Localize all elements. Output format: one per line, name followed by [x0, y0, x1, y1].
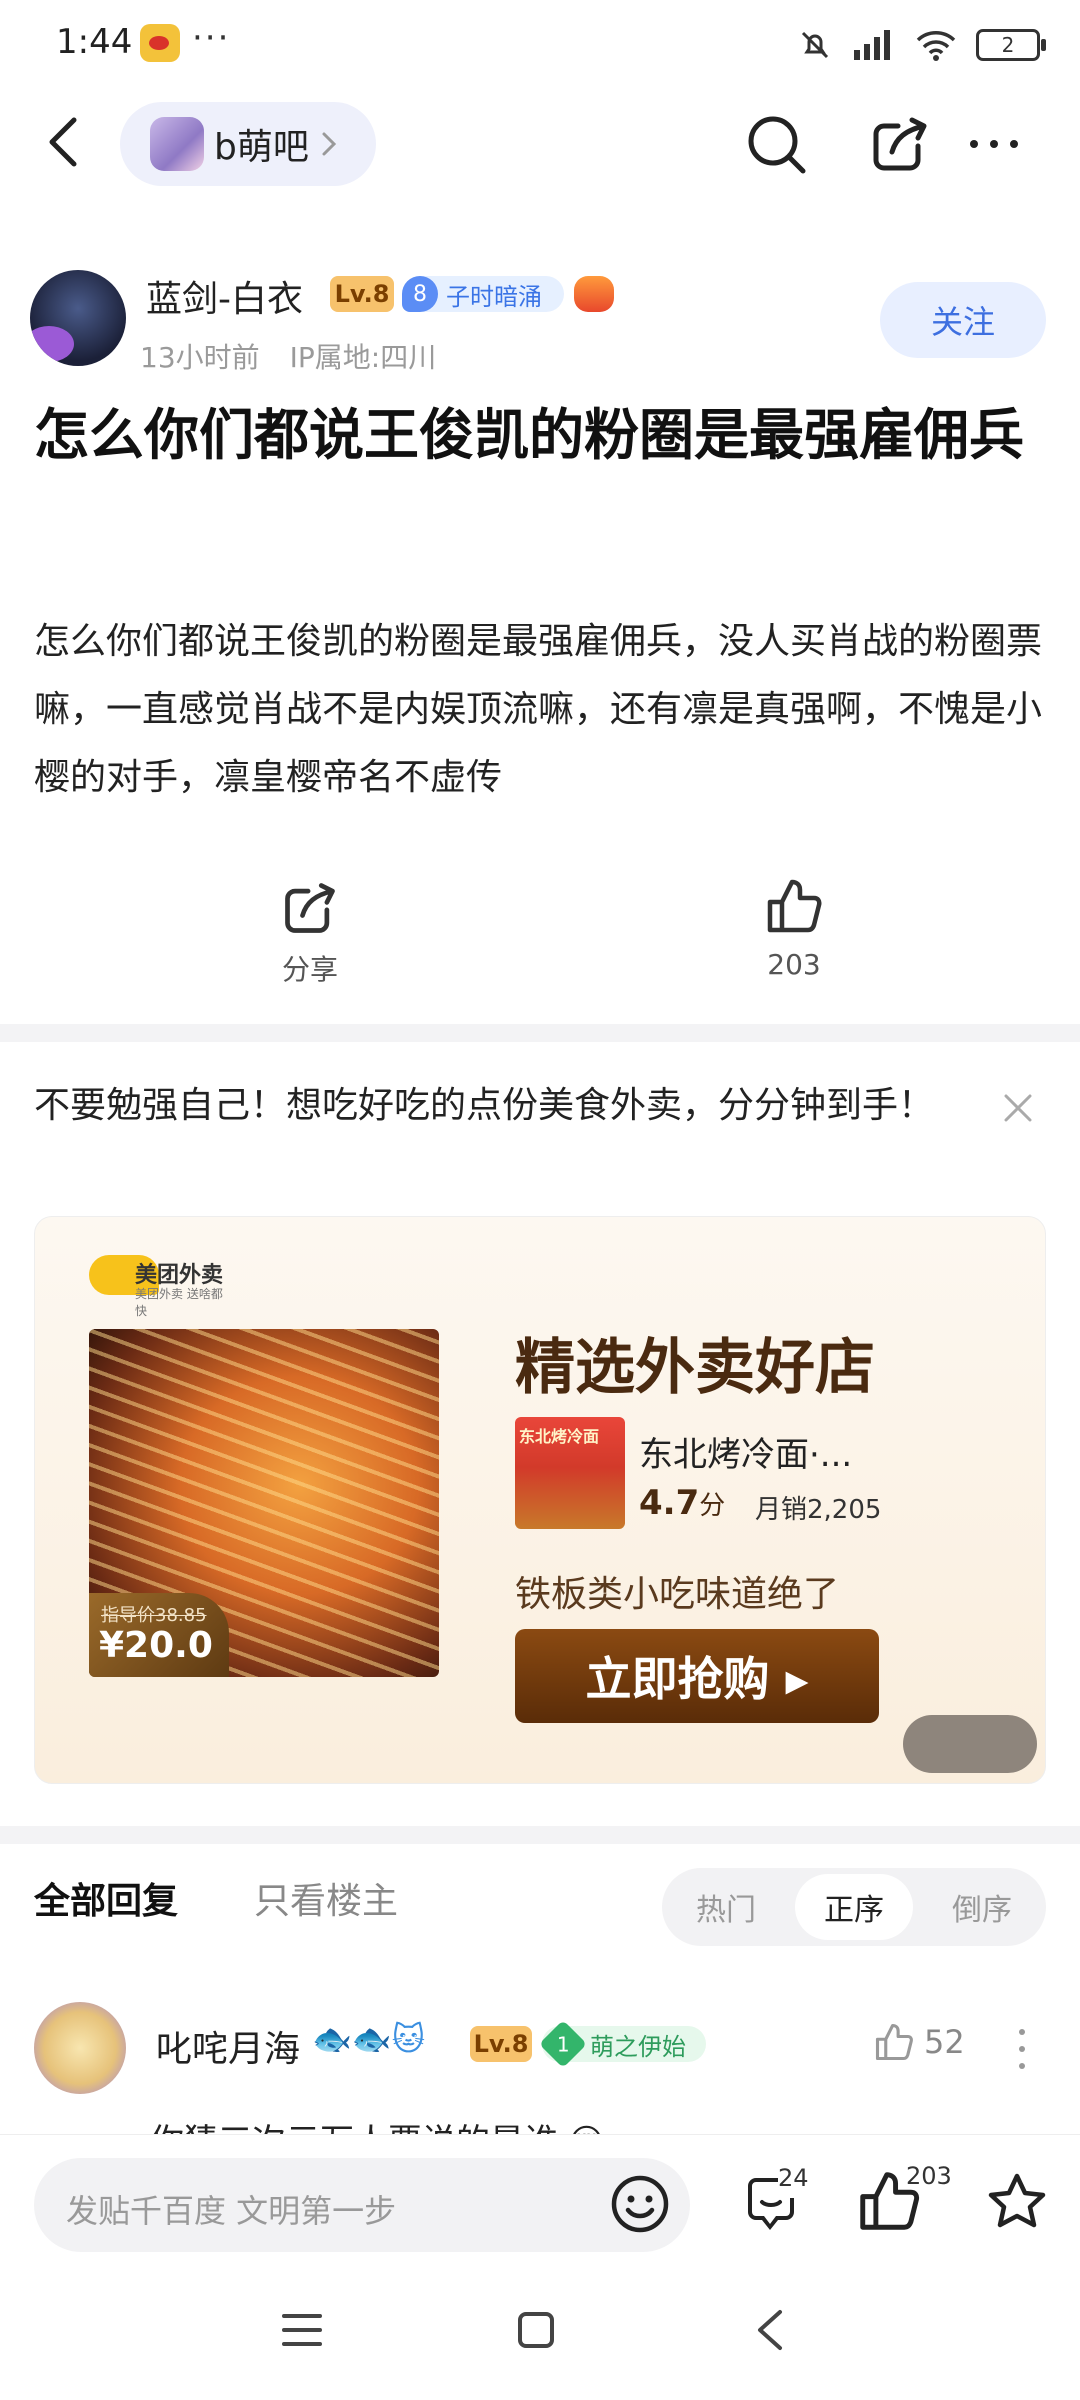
weibo-notification-icon — [140, 24, 180, 62]
forum-avatar — [150, 117, 204, 171]
author-avatar[interactable] — [30, 270, 126, 366]
follow-button[interactable]: 关注 — [880, 282, 1046, 358]
chevron-right-icon — [322, 132, 336, 156]
reply-title-badge: 1 萌之伊始 — [538, 2019, 706, 2069]
ad-rating: 4.7分 — [639, 1483, 725, 1523]
bottom-like-count: 203 — [906, 2162, 952, 2190]
thumbs-up-icon — [767, 879, 822, 933]
wifi-icon — [916, 31, 956, 61]
more-button[interactable] — [966, 126, 1022, 162]
more-icon — [970, 140, 1018, 148]
ad-sales: 月销2,205 — [755, 1495, 882, 1525]
square-icon — [518, 2312, 554, 2348]
post-body: 怎么你们都说王俊凯的粉圈是最强雇佣兵，没人买肖战的粉圈票嘛，一直感觉肖战不是内娱… — [34, 621, 1043, 798]
share-icon — [873, 117, 927, 171]
level-badge: Lv.8 — [330, 276, 394, 312]
ad-text[interactable]: 不要勉强自己！想吃好吃的点份美食外卖，分分钟到手！ — [34, 1072, 954, 1140]
ad-buy-button[interactable]: 立即抢购 ▸ — [515, 1629, 879, 1723]
post-share-button[interactable]: 分享 — [250, 878, 370, 988]
reply-badge-text: 萌之伊始 — [590, 2032, 686, 2061]
reply-more-button[interactable] — [1012, 2026, 1032, 2072]
recent-apps-button[interactable] — [280, 2310, 324, 2354]
back-triangle-icon — [758, 2310, 782, 2350]
post-like-button[interactable]: 203 — [734, 874, 854, 981]
forum-name: b萌吧 — [214, 127, 309, 168]
reply-author[interactable]: 叱咤月海 — [156, 2020, 300, 2072]
reply-text: 你猜三次元万人票说的是谁 😔 — [150, 2114, 850, 2134]
section-divider — [0, 1826, 1080, 1844]
ad-new-price: ¥20.0 — [99, 1625, 213, 1666]
vertical-more-icon — [1019, 2029, 1025, 2069]
ad-label-pill — [903, 1715, 1037, 1773]
search-icon — [748, 116, 806, 174]
star-icon — [988, 2173, 1046, 2228]
back-button[interactable] — [40, 112, 90, 172]
ad-rating-value: 4.7 — [639, 1483, 700, 1523]
like-count: 203 — [767, 948, 821, 981]
reply-author-emojis: 🐟🐟🐱 — [312, 2020, 426, 2058]
system-nav-bar — [0, 2264, 1080, 2400]
author-name[interactable]: 蓝剑-白衣 — [146, 270, 303, 322]
emoji-button[interactable] — [608, 2172, 672, 2236]
post-time: 13小时前 — [140, 341, 260, 374]
battery-icon: 2 — [976, 29, 1046, 61]
system-icons: 2 — [798, 20, 1046, 70]
reply-avatar[interactable] — [34, 2002, 126, 2094]
ad-logo-subtext: 美团外卖 送啥都快 — [135, 1287, 223, 1318]
section-divider — [0, 1024, 1080, 1042]
chevron-left-icon — [49, 117, 77, 167]
ip-location: IP属地:四川 — [289, 341, 437, 374]
mute-icon — [801, 31, 829, 59]
post-title: 怎么你们都说王俊凯的粉圈是最强雇佣兵 — [34, 403, 1025, 467]
title-badge: 8 子时暗涌 — [402, 276, 564, 312]
reply-like-count: 52 — [924, 2023, 965, 2061]
reply-badge-number: 1 — [538, 2019, 588, 2069]
sort-ascending[interactable]: 正序 — [795, 1874, 913, 1940]
ad-slogan: 铁板类小吃味道绝了 — [515, 1574, 840, 1615]
share-button[interactable] — [868, 112, 932, 176]
smiley-icon — [611, 2175, 669, 2233]
search-button[interactable] — [742, 110, 812, 180]
gamepad-icon — [574, 276, 614, 312]
reply-level-badge: Lv.8 — [470, 2026, 532, 2062]
tab-host-only[interactable]: 只看楼主 — [254, 1872, 398, 1924]
status-bar: 1:44 ··· 2 — [0, 0, 1080, 90]
tab-all-replies[interactable]: 全部回复 — [34, 1872, 178, 1924]
menu-icon — [282, 2314, 322, 2346]
system-back-button[interactable] — [752, 2308, 788, 2356]
ad-card[interactable]: 美团外卖 美团外卖 送啥都快 指导价38.85 ¥20.0 精选外卖好店 东北烤… — [34, 1216, 1046, 1784]
ad-shop-name: 东北烤冷面·... — [639, 1435, 853, 1475]
share-icon — [285, 883, 335, 933]
favorite-button[interactable] — [982, 2168, 1052, 2238]
ad-shop-image: 东北烤冷面 — [515, 1417, 625, 1529]
ad-shop-image-text: 东北烤冷面 — [519, 1427, 600, 1446]
comment-count: 24 — [778, 2164, 809, 2192]
ad-old-price: 指导价38.85 — [101, 1605, 207, 1626]
signal-icon — [854, 30, 890, 60]
more-notifications-icon: ··· — [192, 18, 231, 58]
sort-descending[interactable]: 倒序 — [923, 1874, 1041, 1940]
forum-pill[interactable]: b萌吧 — [120, 102, 376, 186]
status-time: 1:44 — [56, 22, 133, 62]
ad-rating-unit: 分 — [699, 1491, 726, 1521]
share-label: 分享 — [281, 953, 338, 986]
meituan-logo: 美团外卖 美团外卖 送啥都快 — [89, 1253, 229, 1318]
ad-close-button[interactable] — [1000, 1090, 1036, 1126]
post-meta: 13小时前 IP属地:四川 — [140, 336, 436, 376]
sort-segment: 热门 正序 倒序 — [662, 1868, 1046, 1946]
ad-price-tag: 指导价38.85 ¥20.0 — [89, 1593, 229, 1677]
reply-like-button[interactable]: 52 — [872, 2020, 965, 2064]
sort-hot[interactable]: 热门 — [667, 1874, 785, 1940]
thumbs-up-icon — [875, 2023, 913, 2061]
home-button[interactable] — [516, 2310, 556, 2354]
close-icon — [1004, 1094, 1032, 1122]
ad-heading: 精选外卖好店 — [515, 1333, 875, 1403]
title-badge-number: 8 — [402, 276, 438, 312]
reply-input-placeholder: 发贴千百度 文明第一步 — [66, 2192, 397, 2230]
title-badge-text: 子时暗涌 — [446, 282, 542, 311]
